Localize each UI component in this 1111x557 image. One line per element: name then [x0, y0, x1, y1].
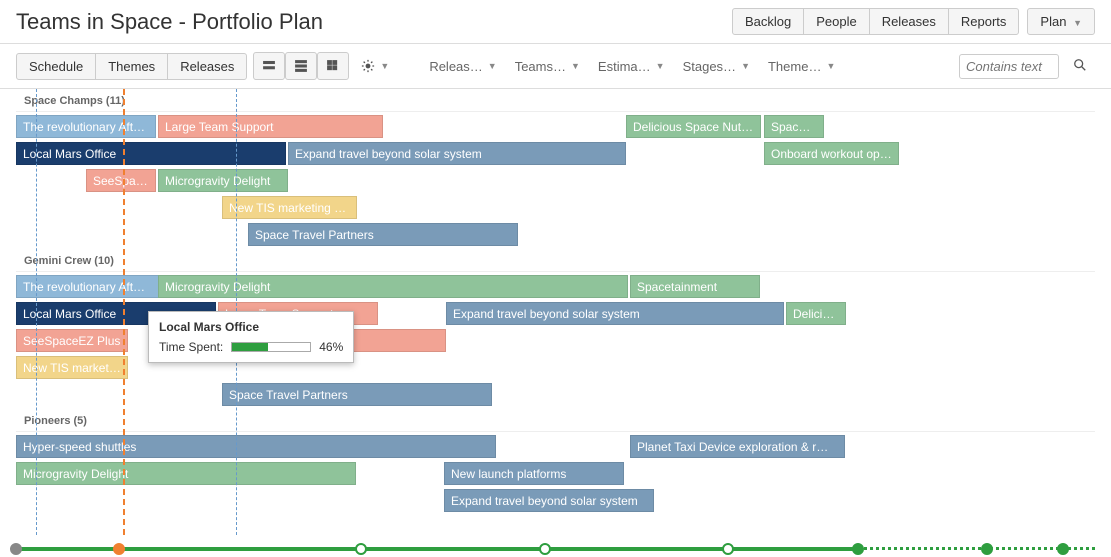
tab-themes[interactable]: Themes — [95, 53, 168, 80]
filter-teams[interactable]: Teams…▼ — [509, 55, 586, 78]
gantt-row: Hyper-speed shuttles Planet Taxi Device e… — [16, 434, 1095, 460]
gantt-bar[interactable]: New TIS marketing c… — [222, 196, 357, 219]
toolbar: Schedule Themes Releases ▼ Releas…▼ Team… — [0, 44, 1111, 89]
group-header[interactable]: Pioneers (5) — [16, 409, 1095, 429]
timeline-milestone[interactable] — [852, 543, 864, 555]
tooltip-label: Time Spent: — [159, 340, 223, 354]
tooltip-percent: 46% — [319, 340, 343, 354]
gantt-bar[interactable]: Deliciou… — [786, 302, 846, 325]
gantt-bar[interactable]: Space Travel Partners — [222, 383, 492, 406]
plan-dropdown[interactable]: Plan ▼ — [1027, 8, 1095, 35]
gantt-row: Microgravity Delight New launch platforms — [16, 461, 1095, 487]
gear-icon — [361, 59, 375, 73]
chevron-down-icon: ▼ — [826, 61, 835, 71]
gantt-bar[interactable]: Planet Taxi Device exploration & r… — [630, 435, 845, 458]
timeline-milestone[interactable] — [539, 543, 551, 555]
chevron-down-icon: ▼ — [488, 61, 497, 71]
chevron-down-icon: ▼ — [380, 61, 389, 71]
grid-icon[interactable] — [317, 52, 349, 80]
gantt-bar[interactable]: SeeSpa… — [86, 169, 156, 192]
chevron-down-icon: ▼ — [1073, 18, 1082, 28]
timeline-milestone[interactable] — [113, 543, 125, 555]
filter-estimation[interactable]: Estima…▼ — [592, 55, 671, 78]
filter-themes[interactable]: Theme…▼ — [762, 55, 841, 78]
expand-icon[interactable] — [285, 52, 317, 80]
gantt-row: SeeSpa…Microgravity Delight — [16, 168, 1095, 194]
filter-releases[interactable]: Releas…▼ — [423, 55, 502, 78]
layout-buttons — [253, 52, 349, 80]
gantt-bar[interactable]: New launch platforms — [444, 462, 624, 485]
gantt-bar[interactable]: Microgravity Delight — [158, 169, 288, 192]
timeline-milestone[interactable] — [1057, 543, 1069, 555]
gantt-bar[interactable]: Large Team Support — [158, 115, 383, 138]
gantt-bar[interactable]: Expand travel beyond solar system — [446, 302, 784, 325]
nav-people[interactable]: People — [803, 8, 869, 35]
gantt-row: Space Travel Partners — [16, 222, 1095, 248]
chevron-down-icon: ▼ — [656, 61, 665, 71]
group-header[interactable]: Gemini Crew (10) — [16, 249, 1095, 269]
timeline-milestone[interactable] — [722, 543, 734, 555]
gantt-bar[interactable]: New TIS marketing c… — [16, 356, 128, 379]
gantt-bar[interactable]: Delicious Space Nutr… — [626, 115, 761, 138]
gantt-bar[interactable]: Hyper-speed shuttles — [16, 435, 496, 458]
gantt-row: Space Travel Partners — [16, 382, 1095, 408]
gantt-bar[interactable]: The revolutionary Aft… — [16, 275, 176, 298]
gantt-chart: Space Champs (11)The revolutionary Aft…L… — [0, 89, 1111, 535]
tooltip-progress-fill — [232, 343, 268, 351]
gantt-bar[interactable]: Local Mars Office — [16, 142, 286, 165]
gantt-row: New TIS marketing c… — [16, 195, 1095, 221]
gantt-row: Expand travel beyond solar system — [16, 488, 1095, 514]
settings-dropdown[interactable]: ▼ — [355, 55, 395, 77]
gantt-bar[interactable]: SeeSpaceEZ Plus — [16, 329, 128, 352]
filter-stages[interactable]: Stages…▼ — [677, 55, 756, 78]
gantt-row: Local Mars OfficeExpand travel beyond so… — [16, 141, 1095, 167]
tab-releases[interactable]: Releases — [167, 53, 247, 80]
tab-schedule[interactable]: Schedule — [16, 53, 96, 80]
chevron-down-icon: ▼ — [571, 61, 580, 71]
page-title: Teams in Space - Portfolio Plan — [16, 9, 323, 35]
gantt-bar[interactable]: Spacetai… — [764, 115, 824, 138]
collapse-icon[interactable] — [253, 52, 285, 80]
timeline-milestone[interactable] — [981, 543, 993, 555]
gantt-bar[interactable]: Expand travel beyond solar system — [444, 489, 654, 512]
timeline-scrubber[interactable] — [16, 541, 1095, 557]
nav-releases[interactable]: Releases — [869, 8, 949, 35]
gantt-bar[interactable]: Microgravity Delight — [158, 275, 628, 298]
gantt-row: The revolutionary Aft…Microgravity Delig… — [16, 274, 1095, 300]
nav-backlog[interactable]: Backlog — [732, 8, 804, 35]
search-icon[interactable] — [1065, 54, 1095, 79]
gantt-bar[interactable]: Space Travel Partners — [248, 223, 518, 246]
search-input[interactable] — [959, 54, 1059, 79]
chevron-down-icon: ▼ — [741, 61, 750, 71]
plan-label: Plan — [1040, 14, 1066, 29]
nav-group: Backlog People Releases Reports — [732, 8, 1019, 35]
gantt-bar[interactable]: The revolutionary Aft… — [16, 115, 156, 138]
gantt-bar[interactable]: Expand travel beyond solar system — [288, 142, 626, 165]
tooltip-progress — [231, 342, 311, 352]
header: Teams in Space - Portfolio Plan Backlog … — [0, 0, 1111, 44]
bar-tooltip: Local Mars Office Time Spent: 46% — [148, 311, 354, 363]
header-actions: Backlog People Releases Reports Plan ▼ — [732, 8, 1095, 35]
group-header[interactable]: Space Champs (11) — [16, 89, 1095, 109]
timeline-milestone[interactable] — [355, 543, 367, 555]
nav-reports[interactable]: Reports — [948, 8, 1020, 35]
gantt-bar[interactable]: Microgravity Delight — [16, 462, 356, 485]
gantt-row: The revolutionary Aft…Large Team Support… — [16, 114, 1095, 140]
gantt-bar[interactable]: Spacetainment — [630, 275, 760, 298]
tooltip-title: Local Mars Office — [159, 320, 343, 334]
timeline-milestone[interactable] — [10, 543, 22, 555]
gantt-bar[interactable]: Onboard workout opt… — [764, 142, 899, 165]
view-tabs: Schedule Themes Releases — [16, 53, 247, 80]
